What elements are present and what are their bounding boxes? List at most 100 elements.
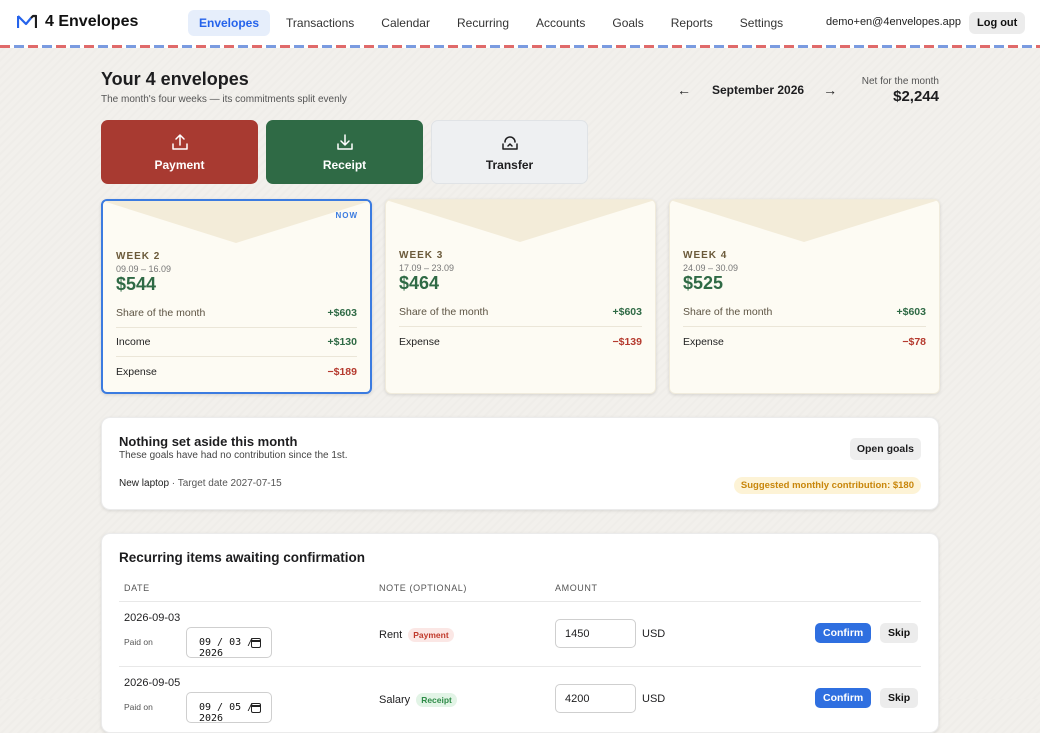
envelope-flap bbox=[103, 201, 370, 243]
row-label: Share of the month bbox=[399, 306, 489, 318]
envelope-week-4[interactable]: WEEK 4 24.09 – 30.09 $525 Share of the m… bbox=[669, 199, 940, 394]
envelope-week-2[interactable]: NOW WEEK 2 09.09 – 16.09 $544 Share of t… bbox=[101, 199, 372, 394]
upload-icon bbox=[171, 134, 188, 150]
envelope-rows: Share of the month +$603 Expense −$139 bbox=[399, 298, 642, 356]
net-value: $2,244 bbox=[893, 88, 939, 105]
payment-label: Payment bbox=[154, 158, 205, 172]
nav-calendar[interactable]: Calendar bbox=[370, 10, 441, 36]
envelope-flap bbox=[670, 200, 939, 242]
goal-item: New laptop · Target date 2027-07-15 bbox=[119, 478, 282, 489]
top-bar: 4 Envelopes Envelopes Transactions Calen… bbox=[0, 0, 1040, 48]
recurring-card: Recurring items awaiting confirmation DA… bbox=[101, 533, 939, 733]
nav-recurring[interactable]: Recurring bbox=[446, 10, 520, 36]
row-value: +$603 bbox=[896, 306, 927, 318]
main-nav: Envelopes Transactions Calendar Recurrin… bbox=[188, 10, 799, 36]
calendar-icon[interactable] bbox=[251, 703, 261, 713]
skip-button[interactable]: Skip bbox=[880, 688, 919, 708]
nav-envelopes[interactable]: Envelopes bbox=[188, 10, 271, 36]
current-month: September 2026 bbox=[712, 83, 805, 97]
envelope-dates: 24.09 – 30.09 bbox=[683, 263, 739, 273]
download-icon bbox=[336, 134, 353, 150]
net-label: Net for the month bbox=[861, 76, 939, 87]
row-label: Expense bbox=[399, 335, 440, 348]
row-value: +$603 bbox=[612, 306, 643, 318]
prev-month-arrow-icon[interactable]: ← bbox=[676, 82, 692, 98]
currency-label: USD bbox=[642, 693, 666, 705]
goal-target: · Target date 2027-07-15 bbox=[169, 478, 282, 489]
envelope-week-label: WEEK 2 bbox=[116, 251, 161, 262]
envelope-rows: Share of the month +$603 Income +$130 Ex… bbox=[116, 299, 357, 386]
page-title: Your 4 envelopes bbox=[101, 69, 249, 89]
nav-goals[interactable]: Goals bbox=[601, 10, 654, 36]
row-label: Expense bbox=[683, 335, 724, 348]
logout-button[interactable]: Log out bbox=[969, 12, 1026, 34]
envelope-week-label: WEEK 4 bbox=[683, 250, 728, 261]
row-value: +$130 bbox=[327, 336, 358, 348]
recurring-note: Rent Payment bbox=[379, 628, 454, 642]
nav-transactions[interactable]: Transactions bbox=[275, 10, 365, 36]
note-text: Salary bbox=[379, 694, 411, 706]
confirm-button[interactable]: Confirm bbox=[815, 623, 872, 643]
row-value: −$189 bbox=[327, 365, 358, 378]
currency-label: USD bbox=[642, 628, 666, 640]
nav-reports[interactable]: Reports bbox=[660, 10, 724, 36]
user-email: demo+en@4envelopes.app bbox=[826, 16, 962, 28]
page-subtitle: The month's four weeks — its commitments… bbox=[101, 94, 347, 105]
paid-on-date-input[interactable]: 09 / 03 / 2026 bbox=[186, 627, 272, 659]
open-goals-button[interactable]: Open goals bbox=[849, 438, 921, 460]
calendar-icon[interactable] bbox=[251, 638, 261, 648]
airmail-border bbox=[0, 45, 1040, 48]
app-name: 4 Envelopes bbox=[45, 13, 139, 30]
envelope-rows: Share of the month +$603 Expense −$78 bbox=[683, 298, 926, 356]
nav-accounts[interactable]: Accounts bbox=[525, 10, 596, 36]
envelope-dates: 09.09 – 16.09 bbox=[116, 264, 172, 274]
receipt-button[interactable]: Receipt bbox=[266, 120, 423, 184]
envelope-list: NOW WEEK 2 09.09 – 16.09 $544 Share of t… bbox=[101, 199, 940, 394]
goal-name: New laptop bbox=[119, 478, 170, 489]
paid-on-label: Paid on bbox=[124, 702, 153, 712]
transfer-icon bbox=[501, 136, 518, 150]
recurring-row: 2026-09-05 Paid on 09 / 05 / 2026 Salary… bbox=[119, 667, 921, 732]
next-month-arrow-icon[interactable]: → bbox=[822, 82, 838, 98]
amount-input[interactable]: 1450 bbox=[555, 619, 636, 648]
payment-button[interactable]: Payment bbox=[101, 120, 258, 184]
type-tag-payment: Payment bbox=[408, 628, 454, 642]
envelope-row: Income +$130 bbox=[116, 328, 357, 357]
row-value: +$603 bbox=[327, 307, 358, 319]
envelope-flap bbox=[386, 200, 655, 242]
suggested-contribution-badge: Suggested monthly contribution: $180 bbox=[733, 477, 921, 494]
goals-card: Nothing set aside this month These goals… bbox=[101, 417, 939, 510]
row-value: −$78 bbox=[902, 335, 926, 348]
column-header-date: DATE bbox=[124, 583, 150, 593]
confirm-button[interactable]: Confirm bbox=[815, 688, 872, 708]
envelope-total: $525 bbox=[683, 273, 724, 293]
envelope-row: Share of the month +$603 bbox=[683, 298, 926, 327]
transfer-button[interactable]: Transfer bbox=[431, 120, 588, 184]
paid-on-date-value: 09 / 03 / 2026 bbox=[199, 637, 254, 659]
row-label: Income bbox=[116, 336, 151, 348]
paid-on-date-value: 09 / 05 / 2026 bbox=[199, 702, 254, 724]
receipt-label: Receipt bbox=[322, 158, 367, 172]
envelope-row: Expense −$78 bbox=[683, 327, 926, 356]
paid-on-date-input[interactable]: 09 / 05 / 2026 bbox=[186, 692, 272, 724]
recurring-note: Salary Receipt bbox=[379, 693, 457, 707]
envelope-row: Expense −$189 bbox=[116, 357, 357, 386]
action-buttons: Payment Receipt Transfer bbox=[101, 120, 588, 184]
envelope-dates: 17.09 – 23.09 bbox=[399, 263, 455, 273]
row-label: Expense bbox=[116, 365, 157, 378]
row-label: Share of the month bbox=[683, 306, 773, 318]
skip-button[interactable]: Skip bbox=[880, 623, 919, 643]
goals-subtitle: These goals have had no contribution sin… bbox=[119, 450, 348, 461]
envelope-logo-icon bbox=[17, 14, 37, 28]
row-value: −$139 bbox=[612, 335, 643, 348]
envelope-total: $544 bbox=[116, 274, 157, 294]
month-switcher: ← September 2026 → bbox=[676, 82, 838, 98]
transfer-label: Transfer bbox=[485, 158, 534, 172]
note-text: Rent bbox=[379, 629, 403, 641]
recurring-title: Recurring items awaiting confirmation bbox=[119, 550, 366, 565]
logo[interactable]: 4 Envelopes bbox=[17, 13, 138, 31]
recurring-date: 2026-09-03 bbox=[124, 612, 181, 624]
envelope-week-3[interactable]: WEEK 3 17.09 – 23.09 $464 Share of the m… bbox=[385, 199, 656, 394]
nav-settings[interactable]: Settings bbox=[729, 10, 794, 36]
envelope-week-label: WEEK 3 bbox=[399, 250, 444, 261]
